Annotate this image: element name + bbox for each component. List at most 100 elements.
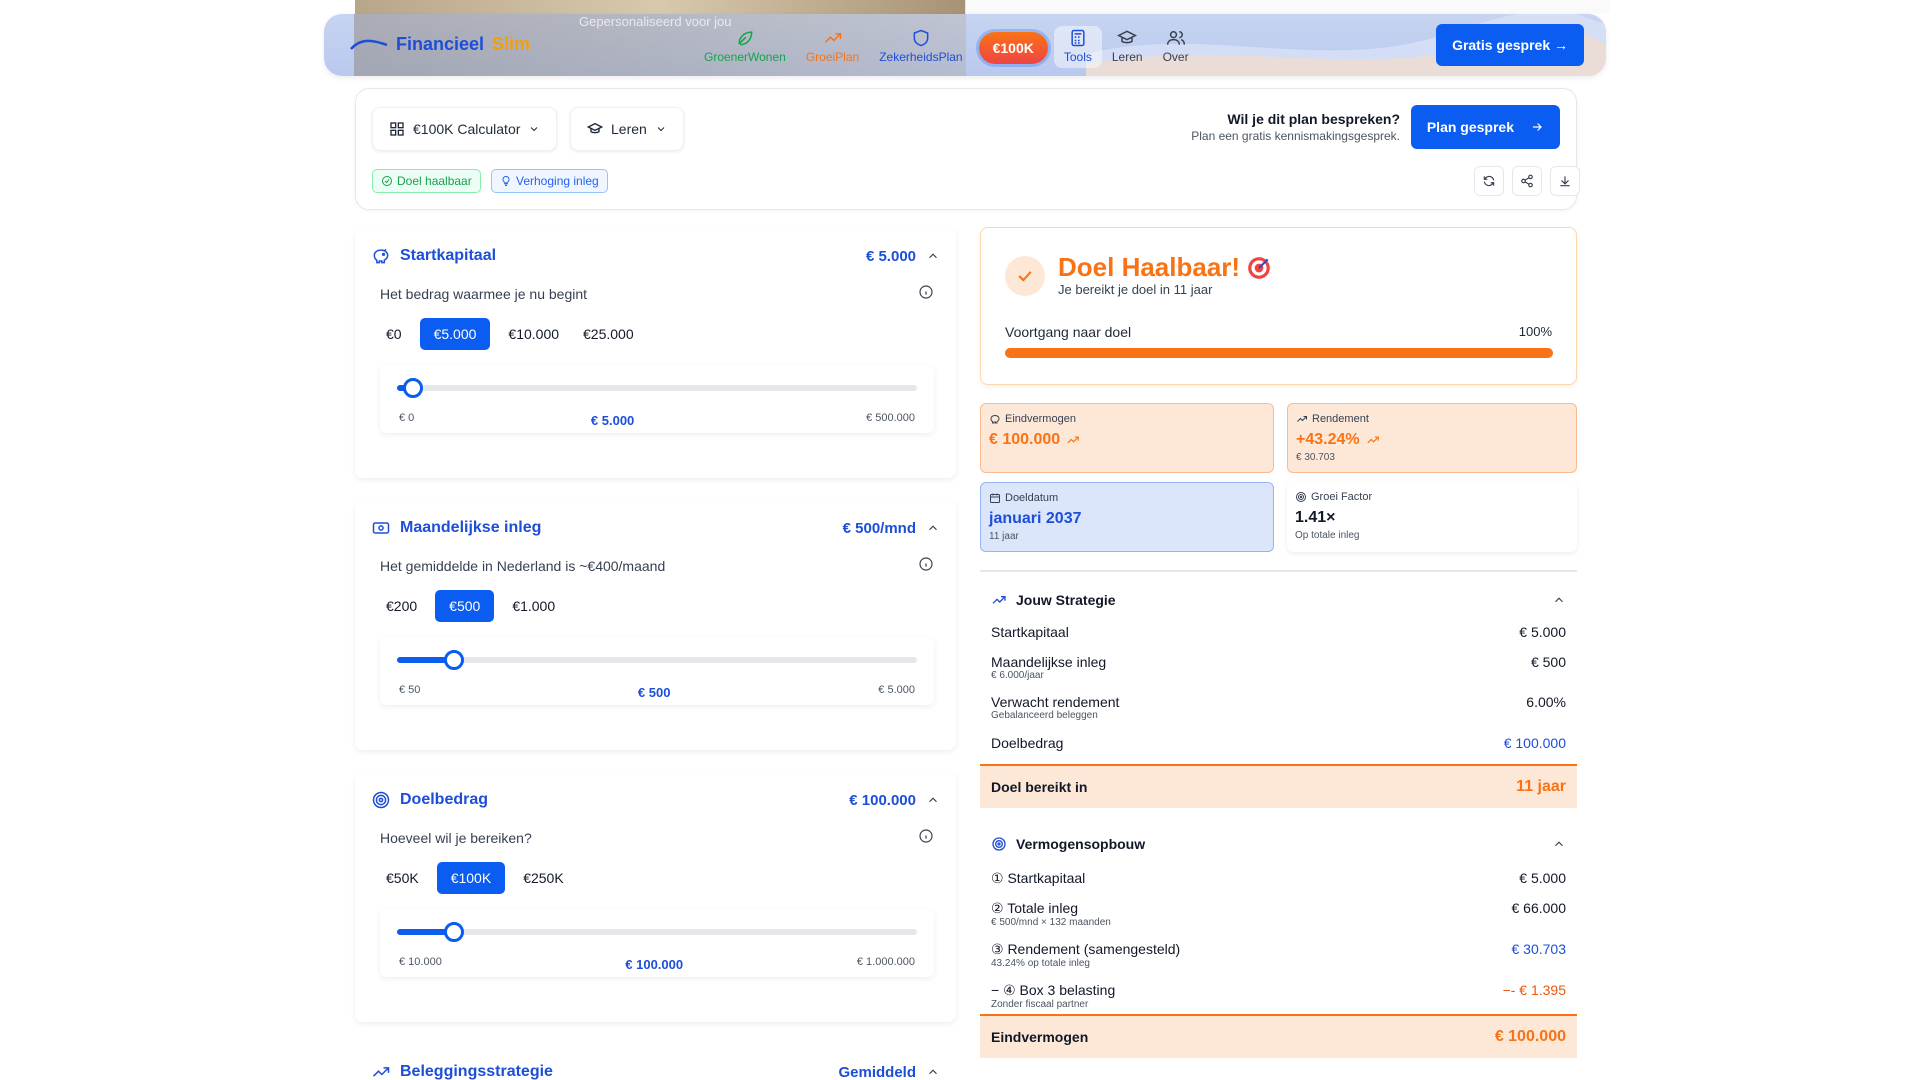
check-icon	[1018, 271, 1032, 282]
nav-item-tools[interactable]: Tools	[1053, 26, 1102, 68]
stat-label-text: Eindvermogen	[1005, 413, 1076, 425]
chip-monthly-2[interactable]: €1.000	[506, 590, 561, 622]
doelbedrag-header[interactable]: Doelbedrag € 100.000	[371, 790, 940, 810]
nav-item-label: GroeiPlan	[805, 50, 860, 64]
graduation-cap-icon	[587, 122, 603, 134]
trend-up-icon	[1297, 416, 1307, 422]
strategie-row: Startkapitaal € 5.000	[991, 624, 1566, 640]
stat-groei-factor: Groei Factor 1.41× Op totale inleg	[1287, 482, 1577, 552]
nav-item-groenerwonen[interactable]: GroenerWonen	[694, 26, 796, 68]
calendar-icon	[990, 493, 1000, 503]
goal-check-badge	[1005, 256, 1045, 296]
startkapitaal-slider: € 0 € 5.000 € 500.000	[380, 365, 934, 433]
startkapitaal-card: Startkapitaal € 5.000 Het bedrag waarmee…	[355, 228, 956, 478]
row-key: Maandelijkse inleg € 6.000/jaar	[991, 654, 1106, 681]
nav-item-leren[interactable]: Leren	[1102, 26, 1153, 68]
row-key-text: ③ Rendement (samengesteld)	[991, 941, 1181, 957]
learn-dropdown[interactable]: Leren	[570, 107, 684, 151]
stat-value: +43.24%	[1296, 431, 1568, 449]
slider-track[interactable]	[397, 657, 917, 663]
vermogensopbouw-card: Vermogensopbouw ① Startkapitaal € 5.000 …	[980, 816, 1577, 1060]
trend-up-icon	[992, 596, 1006, 604]
strategie-title: Jouw Strategie	[1016, 592, 1116, 608]
refresh-icon	[1483, 175, 1495, 187]
maandelijkse-inleg-header[interactable]: Maandelijkse inleg € 500/mnd	[371, 518, 940, 538]
progress-label: Voortgang naar doel	[1005, 324, 1132, 340]
stat-eindvermogen: Eindvermogen € 100.000	[980, 403, 1274, 473]
slider-thumb[interactable]	[444, 650, 465, 670]
beleggingsstrategie-header[interactable]: Beleggingsstrategie Gemiddeld	[371, 1062, 940, 1080]
strategie-header[interactable]: Jouw Strategie	[991, 592, 1566, 608]
nav-item-over[interactable]: Over	[1153, 26, 1199, 68]
tag-label: Doel haalbaar	[397, 174, 472, 188]
share-button[interactable]	[1512, 166, 1542, 196]
navbar: Financieel Slim Gepersonaliseerd voor jo…	[324, 14, 1606, 76]
chip-monthly-1[interactable]: €500	[435, 590, 495, 622]
nav-item-label: GroenerWonen	[704, 50, 786, 64]
info-icon[interactable]	[918, 556, 934, 572]
nav-item-100k[interactable]: €100K	[978, 32, 1048, 64]
chip-start-0[interactable]: €0	[380, 318, 408, 350]
chip-target-0[interactable]: €50K	[380, 862, 425, 894]
strategie-row: Doelbedrag € 100.000	[991, 735, 1566, 751]
vermogensopbouw-title: Vermogensopbouw	[1016, 836, 1146, 852]
total-label: Doel bereikt in	[991, 779, 1088, 795]
nav-item-groeiplan[interactable]: GroeiPlan	[796, 26, 869, 68]
slider-min: € 50	[399, 684, 421, 696]
chevron-up-icon	[1555, 841, 1563, 847]
trend-up-icon	[1366, 436, 1379, 444]
piggy-bank-icon	[373, 248, 389, 264]
row-value: € 5.000	[1519, 624, 1566, 640]
stat-doeldatum: Doeldatum januari 2037 11 jaar	[980, 482, 1274, 552]
refresh-button[interactable]	[1474, 166, 1504, 196]
chip-monthly-0[interactable]: €200	[380, 590, 423, 622]
strategie-card: Jouw Strategie Startkapitaal € 5.000 Maa…	[980, 570, 1577, 808]
chip-target-1[interactable]: €100K	[436, 862, 506, 894]
slider-current: € 500	[637, 685, 671, 700]
logo[interactable]: Financieel Slim	[350, 34, 530, 55]
vermogensopbouw-header[interactable]: Vermogensopbouw	[991, 836, 1566, 852]
slider-thumb[interactable]	[444, 922, 465, 942]
stat-sub: Op totale inleg	[1295, 530, 1360, 541]
grid-icon	[390, 122, 404, 136]
info-icon[interactable]	[918, 828, 934, 844]
row-key-sub: 43.24% op totale inleg	[991, 958, 1090, 969]
row-value: 6.00%	[1526, 694, 1566, 710]
nav-item-zekerheidsplan[interactable]: ZekerheidsPlan	[869, 26, 972, 68]
stat-sub: 11 jaar	[989, 531, 1019, 542]
maandelijkse-inleg-slider: € 50 € 500 € 5.000	[380, 637, 934, 705]
gratis-gesprek-button[interactable]: Gratis gesprek →	[1436, 24, 1584, 66]
chip-target-2[interactable]: €250K	[517, 862, 569, 894]
plan-gesprek-button[interactable]: Plan gesprek	[1410, 105, 1560, 149]
bullseye-icon	[1248, 256, 1270, 279]
info-icon[interactable]	[918, 284, 934, 300]
row-key-text: Verwacht rendement	[991, 694, 1120, 710]
card-title: Startkapitaal	[400, 247, 497, 264]
row-key: − ④ Box 3 belasting Zonder fiscaal partne…	[991, 982, 1115, 1010]
stat-label: Groei Factor	[1295, 491, 1569, 503]
nav-item-label: Leren	[1111, 50, 1143, 64]
calculator-dropdown[interactable]: €100K Calculator	[372, 107, 558, 151]
slider-thumb[interactable]	[402, 378, 423, 398]
chip-start-3[interactable]: €25.000	[577, 318, 640, 350]
goal-subtitle: Je bereikt je doel in 11 jaar	[1058, 282, 1213, 297]
stat-value: 1.41×	[1295, 509, 1569, 527]
stat-label: Rendement	[1296, 413, 1568, 425]
strategie-row: Verwacht rendement Gebalanceerd beleggen …	[991, 694, 1566, 721]
beleggingsstrategie-card: Beleggingsstrategie Gemiddeld	[355, 1044, 956, 1080]
chip-start-2[interactable]: €10.000	[502, 318, 565, 350]
target-icon	[1296, 492, 1306, 502]
startkapitaal-header[interactable]: Startkapitaal € 5.000	[371, 246, 940, 266]
download-button[interactable]	[1550, 166, 1580, 196]
card-description: Het gemiddelde in Nederland is ~€400/maa…	[380, 558, 666, 574]
slider-max: € 1.000.000	[856, 956, 915, 968]
row-value: € 5.000	[1519, 870, 1566, 886]
plan-subtext: Plan een gratis kennismakingsgesprek.	[1191, 129, 1400, 143]
slider-max: € 500.000	[866, 412, 915, 424]
slider-track[interactable]	[397, 929, 917, 935]
slider-track[interactable]	[397, 385, 917, 391]
nav-item-label: Tools	[1063, 50, 1092, 64]
stat-label-text: Doeldatum	[1005, 492, 1059, 504]
stat-value-text: +43.24%	[1296, 431, 1360, 448]
chip-start-1[interactable]: €5.000	[419, 318, 491, 350]
